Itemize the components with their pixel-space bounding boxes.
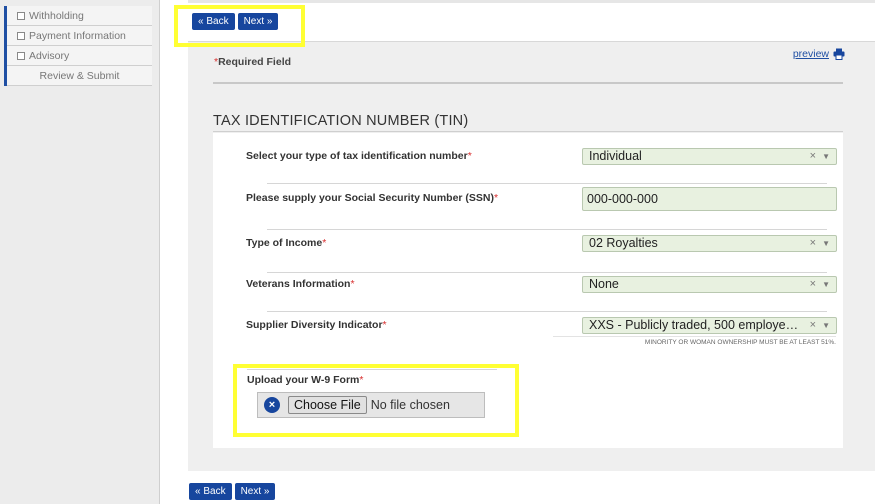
header-divider — [213, 82, 843, 84]
chevron-down-icon[interactable]: ▼ — [822, 236, 830, 251]
sidebar-item-label: Withholding — [29, 9, 84, 22]
required-field-label: Required Field — [218, 56, 292, 68]
required-star: * — [382, 319, 387, 331]
preview-link-group[interactable]: preview — [793, 48, 845, 60]
top-divider — [188, 0, 875, 3]
highlight-box — [233, 364, 519, 437]
tin-type-value: Individual — [589, 149, 642, 163]
sidebar-item-label: Review & Submit — [39, 69, 120, 82]
highlight-box — [174, 5, 305, 47]
row-divider — [267, 183, 827, 184]
ssn-input[interactable]: 000-000-000 — [582, 187, 837, 211]
sidebar-item-label: Advisory — [29, 49, 70, 62]
chevron-down-icon[interactable]: ▼ — [822, 277, 830, 292]
row-divider — [267, 229, 827, 230]
ssn-label: Please supply your Social Security Numbe… — [246, 192, 498, 204]
checkbox-icon — [17, 31, 25, 40]
chevron-down-icon[interactable]: ▼ — [822, 149, 830, 164]
income-type-label-text: Type of Income — [246, 237, 323, 249]
sidebar-item-withholding[interactable]: Withholding — [7, 6, 152, 26]
checkbox-icon — [17, 51, 25, 60]
clear-icon[interactable]: × — [810, 149, 816, 164]
income-type-value: 02 Royalties — [589, 236, 658, 250]
clear-icon[interactable]: × — [810, 236, 816, 251]
main-content: *Required Field preview TAX IDENTIFICATI… — [162, 0, 875, 504]
print-icon[interactable] — [833, 48, 845, 60]
sidebar-item-review-submit[interactable]: Review & Submit — [7, 66, 152, 86]
supplier-diversity-value: XXS - Publicly traded, 500 employees or … — [589, 318, 804, 332]
required-star: * — [350, 278, 355, 290]
clear-icon[interactable]: × — [810, 277, 816, 292]
checkbox-icon — [17, 11, 25, 20]
veterans-label: Veterans Information* — [246, 278, 355, 290]
chevron-down-icon[interactable]: ▼ — [822, 318, 830, 333]
required-star: * — [467, 150, 472, 162]
supplier-diversity-label: Supplier Diversity Indicator* — [246, 319, 387, 331]
bottom-nav-buttons: « Back Next » — [189, 483, 278, 500]
clear-icon[interactable]: × — [810, 318, 816, 333]
sidebar-nav: Withholding Payment Information Advisory… — [4, 6, 152, 86]
tin-type-label-text: Select your type of tax identification n… — [246, 150, 468, 162]
required-field-note: *Required Field — [214, 56, 291, 68]
required-star: * — [494, 192, 499, 204]
income-type-select[interactable]: 02 Royalties × ▼ — [582, 235, 837, 252]
section-divider — [213, 131, 843, 132]
section-title: TAX IDENTIFICATION NUMBER (TIN) — [213, 113, 469, 129]
income-type-label: Type of Income* — [246, 237, 326, 249]
supplier-diversity-note: MINORITY OR WOMAN OWNERSHIP MUST BE AT L… — [553, 336, 836, 346]
tin-type-label: Select your type of tax identification n… — [246, 150, 472, 162]
sidebar: Withholding Payment Information Advisory… — [0, 0, 160, 504]
row-divider — [267, 311, 827, 312]
veterans-select[interactable]: None × ▼ — [582, 276, 837, 293]
sidebar-item-payment-information[interactable]: Payment Information — [7, 26, 152, 46]
supplier-diversity-select[interactable]: XXS - Publicly traded, 500 employees or … — [582, 317, 837, 334]
supplier-diversity-label-text: Supplier Diversity Indicator — [246, 319, 383, 331]
ssn-label-text: Please supply your Social Security Numbe… — [246, 192, 494, 204]
tin-type-select[interactable]: Individual × ▼ — [582, 148, 837, 165]
veterans-label-text: Veterans Information — [246, 278, 351, 290]
required-star: * — [322, 237, 327, 249]
preview-link[interactable]: preview — [793, 48, 829, 60]
veterans-value: None — [589, 277, 619, 291]
row-divider — [267, 272, 827, 273]
next-button[interactable]: Next » — [234, 483, 276, 500]
sidebar-item-advisory[interactable]: Advisory — [7, 46, 152, 66]
back-button[interactable]: « Back — [189, 483, 232, 500]
sidebar-item-label: Payment Information — [29, 29, 126, 42]
